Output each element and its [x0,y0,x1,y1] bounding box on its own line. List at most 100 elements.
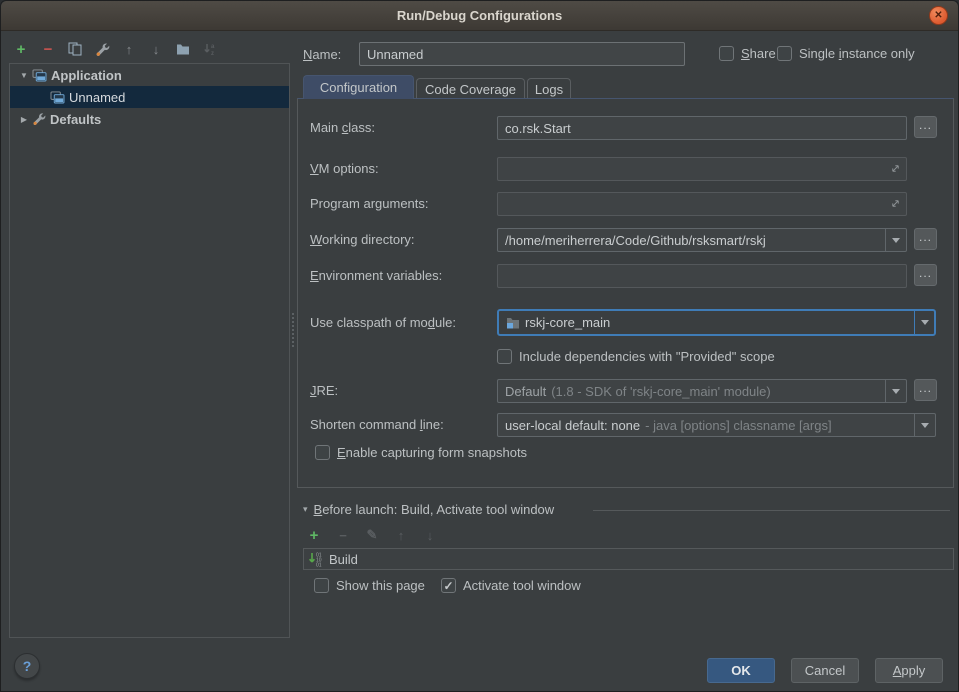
copy-configuration-icon[interactable] [67,41,83,57]
svg-text:01: 01 [316,563,322,568]
working-directory-label: Working directory: [310,228,490,252]
ok-button[interactable]: OK [707,658,775,683]
environment-variables-label: Environment variables: [310,264,490,288]
new-folder-icon[interactable] [175,41,191,57]
tab-code-coverage[interactable]: Code Coverage [416,78,525,99]
module-icon [506,316,520,329]
move-task-up-icon[interactable]: ↑ [393,527,409,543]
apply-button[interactable]: Apply [875,658,943,683]
classpath-module-combo[interactable]: rskj-core_main [497,309,936,336]
tree-group-application[interactable]: ▼ Application [10,64,289,86]
run-debug-configurations-dialog: Run/Debug Configurations ✕ + − ↑ ↓ az ▼ … [0,0,959,692]
svg-text:z: z [211,51,214,56]
before-launch-task-build[interactable]: 011001 Build [303,548,954,570]
share-label: Share [741,46,776,61]
add-task-icon[interactable]: + [306,527,322,543]
sort-alphabetically-icon[interactable]: az [202,41,218,57]
tab-label: Configuration [320,80,397,95]
edit-defaults-wrench-icon[interactable] [94,41,110,57]
activate-tool-window-checkbox[interactable] [441,578,456,593]
working-directory-value: /home/meriherrera/Code/Github/rsksmart/r… [505,233,766,248]
include-provided-label: Include dependencies with "Provided" sco… [519,349,775,364]
build-icon: 011001 [308,551,324,567]
show-this-page-checkbox[interactable] [314,578,329,593]
tab-logs[interactable]: Logs [527,78,571,99]
tab-label: Code Coverage [425,82,516,97]
remove-configuration-icon[interactable]: − [40,41,56,57]
edit-task-icon[interactable]: ✎ [364,527,380,543]
shorten-command-line-label: Shorten command line: [310,413,490,437]
program-arguments-field[interactable] [497,192,907,216]
classpath-module-value: rskj-core_main [525,315,610,330]
move-down-icon[interactable]: ↓ [148,41,164,57]
close-icon[interactable]: ✕ [929,6,948,25]
tree-group-defaults[interactable]: ▶ Defaults [10,108,289,130]
capture-snapshots-label: Enable capturing form snapshots [337,445,527,460]
section-divider [593,510,950,511]
main-class-field[interactable]: co.rsk.Start [497,116,907,140]
tree-item-label: Unnamed [69,90,125,105]
show-this-page-label: Show this page [336,578,425,593]
help-button[interactable]: ? [14,653,40,679]
svg-text:a: a [211,44,215,50]
section-collapse-icon[interactable]: ▾ [303,504,308,515]
configurations-toolbar: + − ↑ ↓ az [13,38,218,60]
chevron-down-icon[interactable] [914,414,935,436]
activate-tool-window-row: Activate tool window [441,578,581,593]
before-launch-title: Before launch: Build, Activate tool wind… [314,502,555,517]
classpath-module-label: Use classpath of module: [310,311,490,335]
include-provided-row: Include dependencies with "Provided" sco… [497,349,775,364]
program-arguments-label: Program arguments: [310,192,490,216]
environment-variables-browse-button[interactable]: ... [914,264,937,286]
defaults-wrench-icon [32,112,46,126]
add-configuration-icon[interactable]: + [13,41,29,57]
titlebar[interactable]: Run/Debug Configurations ✕ [1,1,958,31]
cancel-label: Cancel [805,663,845,678]
main-class-browse-button[interactable]: ... [914,116,937,138]
expand-field-icon[interactable] [890,197,901,212]
remove-task-icon[interactable]: − [335,527,351,543]
tree-group-label: Defaults [50,112,101,127]
working-directory-browse-button[interactable]: ... [914,228,937,250]
splitter-grip[interactable] [292,313,294,347]
single-instance-label: Single instance only [799,46,915,61]
move-task-down-icon[interactable]: ↓ [422,527,438,543]
name-input[interactable] [359,42,685,66]
share-checkbox[interactable] [719,46,734,61]
shorten-command-line-combo[interactable]: user-local default: none - java [options… [497,413,936,437]
application-icon [50,91,65,104]
working-directory-combo[interactable]: /home/meriherrera/Code/Github/rsksmart/r… [497,228,907,252]
ok-label: OK [731,663,751,678]
vm-options-label: VM options: [310,157,490,181]
move-up-icon[interactable]: ↑ [121,41,137,57]
chevron-down-icon[interactable] [914,311,934,334]
capture-snapshots-row: Enable capturing form snapshots [315,445,527,460]
window-title: Run/Debug Configurations [397,8,562,23]
shorten-command-line-hint: - java [options] classname [args] [645,418,831,433]
vm-options-field[interactable] [497,157,907,181]
tree-group-label: Application [51,68,122,83]
chevron-down-icon[interactable] [885,229,906,251]
include-provided-checkbox[interactable] [497,349,512,364]
tree-item-unnamed[interactable]: Unnamed [10,86,289,108]
apply-label: Apply [893,663,926,678]
show-this-page-row: Show this page [314,578,425,593]
environment-variables-field[interactable] [497,264,907,288]
tree-collapsed-icon[interactable]: ▶ [18,115,30,124]
jre-combo[interactable]: Default (1.8 - SDK of 'rskj-core_main' m… [497,379,907,403]
before-launch-header[interactable]: ▾ Before launch: Build, Activate tool wi… [303,502,554,517]
configuration-tab-panel: Main class: co.rsk.Start ... VM options:… [297,98,954,488]
cancel-button[interactable]: Cancel [791,658,859,683]
name-label: Name: [303,47,341,62]
chevron-down-icon[interactable] [885,380,906,402]
single-instance-checkbox[interactable] [777,46,792,61]
tab-configuration[interactable]: Configuration [303,75,414,99]
expand-field-icon[interactable] [890,162,901,177]
configurations-tree: ▼ Application Unnamed ▶ Defaults [9,63,290,638]
shorten-command-line-value: user-local default: none [505,418,640,433]
tree-expanded-icon[interactable]: ▼ [18,71,30,80]
before-launch-toolbar: + − ✎ ↑ ↓ [306,527,438,543]
activate-tool-window-label: Activate tool window [463,578,581,593]
capture-snapshots-checkbox[interactable] [315,445,330,460]
jre-browse-button[interactable]: ... [914,379,937,401]
